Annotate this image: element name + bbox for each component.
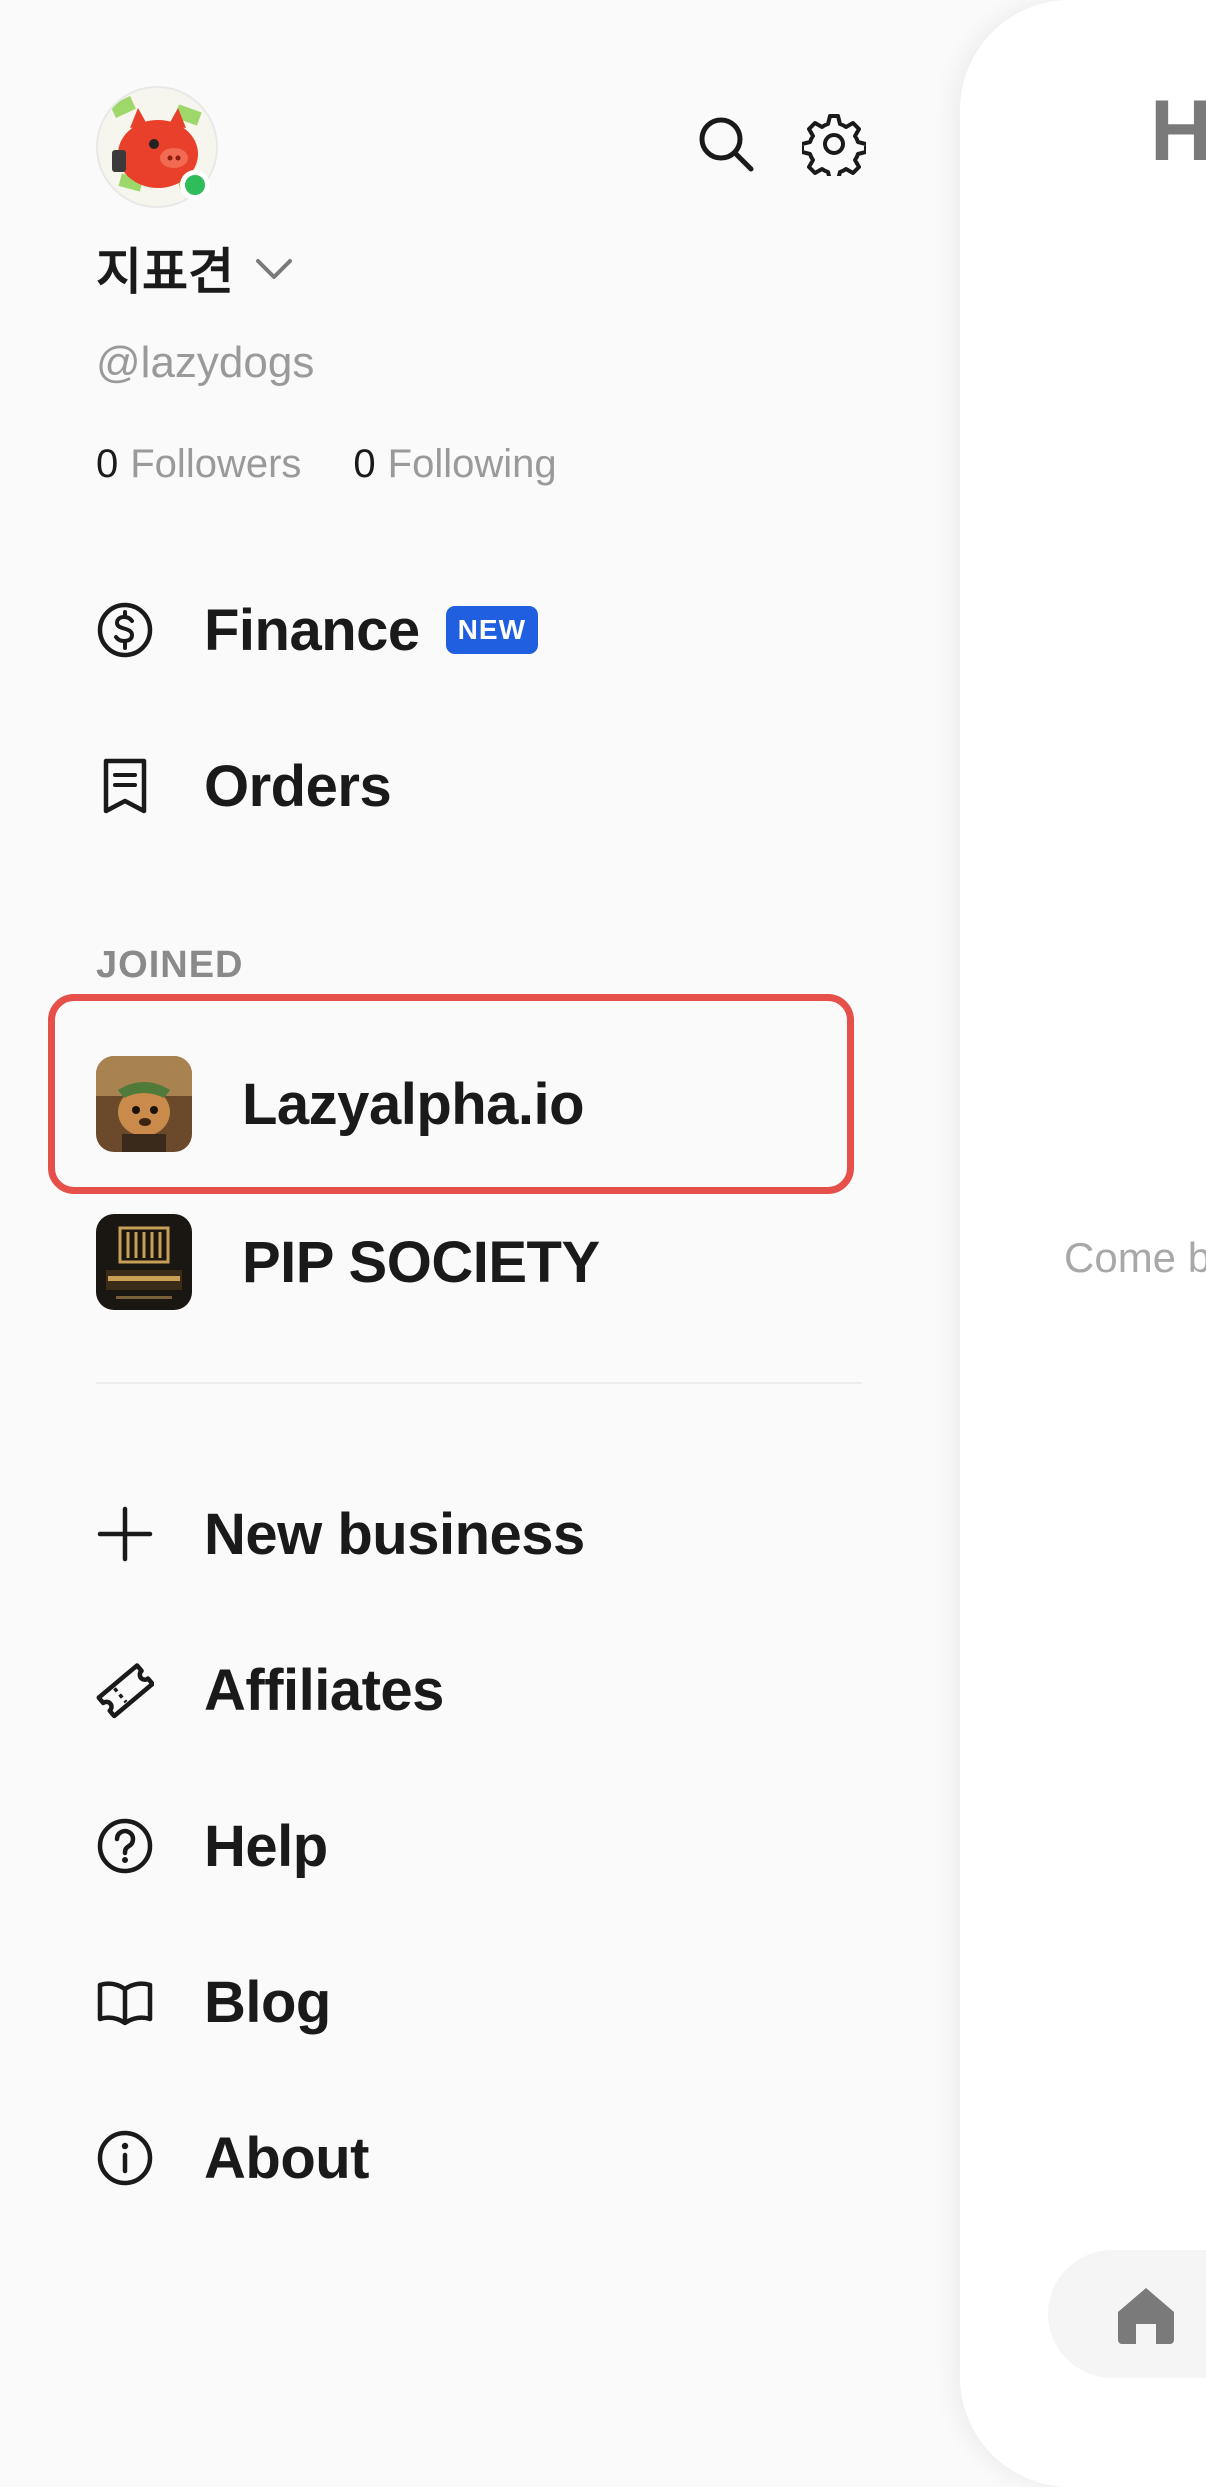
home-icon[interactable] bbox=[1112, 2280, 1180, 2348]
menu-item-label: About bbox=[204, 2125, 370, 2191]
search-icon[interactable] bbox=[694, 112, 758, 176]
menu-item-label: Finance bbox=[204, 597, 420, 663]
new-badge: NEW bbox=[445, 606, 538, 654]
main-heading: H bbox=[1150, 83, 1206, 179]
account-switcher[interactable]: 지표견 bbox=[96, 232, 296, 304]
menu-item-label: New business bbox=[204, 1501, 585, 1567]
followers-link[interactable]: 0 Followers bbox=[96, 442, 301, 487]
plus-icon bbox=[97, 1506, 153, 1562]
menu-item-new-business[interactable]: New business bbox=[96, 1494, 585, 1574]
chevron-down-icon bbox=[256, 259, 292, 279]
display-name: 지표견 bbox=[96, 244, 234, 300]
menu-item-label: Orders bbox=[204, 753, 392, 819]
book-icon bbox=[97, 1981, 153, 2026]
followers-count: 0 bbox=[96, 442, 119, 486]
community-name: Lazyalpha.io bbox=[242, 1071, 585, 1137]
community-thumbnail bbox=[96, 1214, 192, 1310]
following-link[interactable]: 0 Following bbox=[353, 442, 556, 487]
receipt-icon bbox=[103, 758, 147, 814]
community-name: PIP SOCIETY bbox=[242, 1229, 600, 1295]
menu-item-label: Help bbox=[204, 1813, 328, 1879]
navigation-drawer: 지표견 @lazydogs 0 Followers 0 Following Fina… bbox=[0, 0, 960, 2487]
online-status-dot bbox=[180, 170, 210, 200]
followers-label: Followers bbox=[130, 442, 302, 486]
follow-stats: 0 Followers 0 Following bbox=[96, 442, 609, 487]
following-label: Following bbox=[387, 442, 557, 486]
menu-item-finance[interactable]: Finance NEW bbox=[96, 590, 538, 670]
gear-icon[interactable] bbox=[802, 112, 866, 176]
community-thumbnail bbox=[96, 1056, 192, 1152]
joined-section-label: JOINED bbox=[96, 944, 244, 986]
empty-state-text: Come b bbox=[1064, 1234, 1206, 1281]
menu-item-about[interactable]: About bbox=[96, 2118, 370, 2198]
main-content-panel[interactable]: H Come b bbox=[960, 0, 1206, 2487]
help-circle-icon bbox=[97, 1818, 153, 1874]
ticket-icon bbox=[96, 1663, 154, 1719]
menu-item-orders[interactable]: Orders bbox=[96, 746, 392, 826]
joined-item-pip-society[interactable]: PIP SOCIETY bbox=[96, 1214, 600, 1310]
following-count: 0 bbox=[353, 442, 376, 486]
menu-item-affiliates[interactable]: Affiliates bbox=[96, 1650, 444, 1730]
menu-item-label: Blog bbox=[204, 1969, 331, 2035]
joined-item-lazyalpha[interactable]: Lazyalpha.io bbox=[96, 1056, 585, 1152]
menu-item-label: Affiliates bbox=[204, 1657, 444, 1723]
menu-item-help[interactable]: Help bbox=[96, 1806, 328, 1886]
divider bbox=[96, 1382, 862, 1384]
menu-item-blog[interactable]: Blog bbox=[96, 1962, 331, 2042]
info-circle-icon bbox=[97, 2130, 153, 2186]
dollar-circle-icon bbox=[97, 602, 153, 658]
user-handle: @lazydogs bbox=[96, 338, 315, 387]
